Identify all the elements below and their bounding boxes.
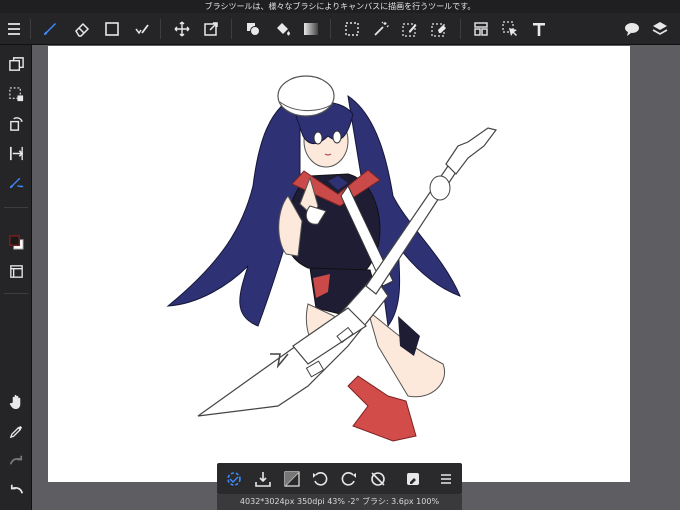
rotate-layer-icon[interactable] <box>3 111 29 135</box>
gradient-icon[interactable] <box>299 17 323 41</box>
select-rect-icon[interactable] <box>340 17 364 41</box>
eyedropper-icon[interactable] <box>3 419 29 443</box>
select-pen-icon[interactable] <box>398 17 422 41</box>
bucket-fill-icon[interactable] <box>270 17 294 41</box>
rotate-left-icon[interactable] <box>308 467 332 491</box>
bottom-toolbar <box>217 463 462 494</box>
deselect-icon[interactable] <box>222 467 246 491</box>
undo-icon[interactable] <box>3 477 29 501</box>
brush-settings-icon[interactable] <box>3 170 29 194</box>
color-swatch-icon[interactable] <box>3 230 29 254</box>
redo-icon[interactable] <box>3 448 29 472</box>
artwork <box>166 75 498 442</box>
hand-icon[interactable] <box>3 389 29 413</box>
selection-transform-icon[interactable] <box>3 82 29 106</box>
eraser-icon[interactable] <box>70 17 94 41</box>
brush-icon[interactable] <box>38 17 62 41</box>
flip-icon[interactable] <box>3 141 29 165</box>
top-toolbar <box>0 13 680 45</box>
rectangle-shape-icon[interactable] <box>100 17 124 41</box>
operation-icon[interactable] <box>498 17 522 41</box>
reset-rotation-icon[interactable] <box>366 467 390 491</box>
text-icon[interactable] <box>527 17 551 41</box>
layers-icon[interactable] <box>648 17 672 41</box>
more-menu-icon[interactable] <box>434 467 458 491</box>
invert-selection-icon[interactable] <box>280 467 304 491</box>
snap-icon[interactable] <box>3 259 29 283</box>
rotate-right-icon[interactable] <box>337 467 361 491</box>
transform-icon[interactable] <box>199 17 223 41</box>
drawing-canvas[interactable] <box>48 46 630 482</box>
left-toolbar <box>0 45 32 510</box>
select-eraser-icon[interactable] <box>427 17 451 41</box>
shape-fill-icon[interactable] <box>241 17 265 41</box>
move-icon[interactable] <box>170 17 194 41</box>
status-bar: 4032*3024px 350dpi 43% -2° ブラシ: 3.6px 10… <box>217 494 462 510</box>
reference-icon[interactable] <box>401 467 425 491</box>
multi-brush-icon[interactable] <box>130 17 154 41</box>
import-selection-icon[interactable] <box>251 467 275 491</box>
magic-wand-icon[interactable] <box>369 17 393 41</box>
menu-icon[interactable] <box>2 17 26 41</box>
speech-bubble-icon[interactable] <box>620 17 644 41</box>
canvas-copy-icon[interactable] <box>3 52 29 76</box>
frame-divider-icon[interactable] <box>469 17 493 41</box>
tool-tip-bar: ブラシツールは、様々なブラシによりキャンバスに描画を行うツールです。 <box>0 0 680 13</box>
